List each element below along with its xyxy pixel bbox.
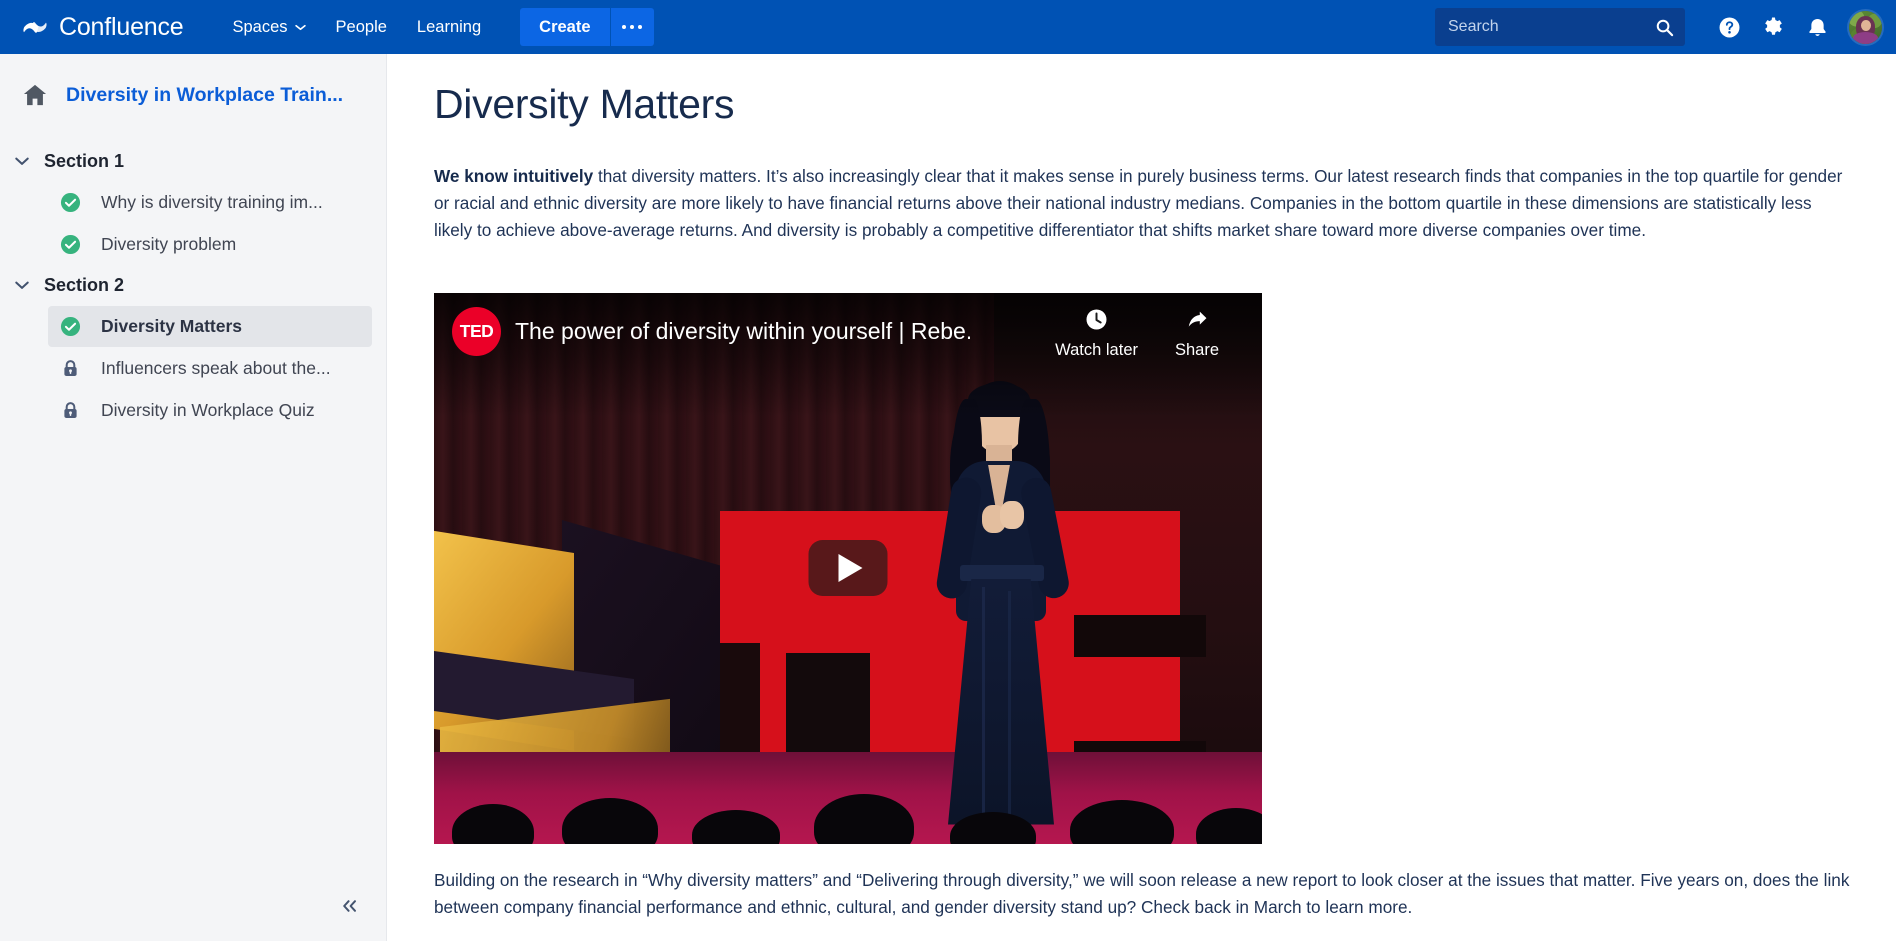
play-button-icon[interactable]: [808, 540, 888, 597]
sidebar-item-label: Why is diversity training im...: [101, 192, 323, 212]
page-tree: Section 1 Why is diversity training im..…: [0, 142, 386, 431]
settings-button[interactable]: [1751, 5, 1795, 49]
watch-later-label: Watch later: [1055, 340, 1138, 359]
create-more-button[interactable]: [609, 8, 654, 46]
avatar-body: [1853, 31, 1878, 44]
more-dots-icon: [622, 25, 643, 29]
nav-item-learning[interactable]: Learning: [402, 11, 496, 44]
sidebar-item-diversity-problem[interactable]: Diversity problem: [48, 224, 372, 265]
share-button[interactable]: Share: [1158, 307, 1236, 360]
ted-logo-text: TED: [459, 320, 494, 341]
sidebar-item-label: Diversity in Workplace Quiz: [101, 400, 315, 420]
main-content: Diversity Matters We know intuitively th…: [388, 54, 1896, 941]
ted-letter-e-gap-top: [1074, 614, 1206, 657]
create-button[interactable]: Create: [520, 8, 610, 46]
sidebar-item-label: Diversity Matters: [101, 316, 243, 336]
help-button[interactable]: [1707, 5, 1751, 49]
share-label: Share: [1174, 340, 1220, 359]
check-circle-icon: [60, 316, 81, 337]
video-title[interactable]: The power of diversity within yourself |…: [515, 318, 970, 345]
sidebar-item-diversity-quiz[interactable]: Diversity in Workplace Quiz: [48, 390, 372, 431]
notifications-button[interactable]: [1795, 5, 1839, 49]
create-split-button: Create: [520, 8, 654, 46]
ted-channel-logo-icon[interactable]: TED: [452, 306, 501, 356]
confluence-logo-icon: [23, 22, 47, 33]
bell-icon: [1808, 18, 1826, 36]
video-actions: Watch later Share: [1055, 307, 1242, 360]
chevron-down-icon[interactable]: [0, 157, 44, 166]
intro-paragraph-lead: We know intuitively: [434, 166, 594, 186]
home-icon: [23, 84, 47, 106]
help-circle-icon: [1719, 17, 1739, 37]
space-header[interactable]: Diversity in Workplace Train...: [0, 54, 386, 108]
top-navbar: Confluence Spaces People Learning Create: [0, 0, 1896, 54]
search-input[interactable]: [1435, 8, 1685, 46]
intro-paragraph-rest: that diversity matters. It’s also increa…: [434, 166, 1843, 241]
search-container: [1435, 8, 1685, 46]
sidebar: Diversity in Workplace Train... Section …: [0, 54, 387, 941]
lock-icon: [64, 360, 77, 376]
page-title: Diversity Matters: [434, 81, 735, 127]
sidebar-item-influencers-speak[interactable]: Influencers speak about the...: [48, 348, 372, 389]
chevron-down-icon: [294, 24, 306, 30]
space-title: Diversity in Workplace Train...: [66, 83, 344, 106]
clock-icon: [1086, 309, 1107, 330]
nav-item-spaces-label: Spaces: [232, 17, 288, 36]
nav-item-spaces[interactable]: Spaces: [217, 11, 320, 44]
closing-paragraph: Building on the research in “Why diversi…: [434, 869, 1850, 917]
navbar-right-actions: [1435, 5, 1896, 49]
watch-later-button[interactable]: Watch later: [1055, 307, 1138, 360]
section-header-2[interactable]: Section 2: [0, 266, 386, 305]
sidebar-item-label: Diversity problem: [101, 234, 237, 254]
audience-silhouettes: [434, 756, 1262, 844]
check-circle-icon: [60, 234, 81, 255]
sidebar-collapse-button[interactable]: [333, 889, 367, 923]
speaker-belt: [960, 564, 1044, 581]
search-icon[interactable]: [1655, 18, 1674, 37]
avatar-face: [1861, 19, 1871, 31]
lock-icon: [64, 402, 77, 418]
nav-item-learning-label: Learning: [416, 17, 482, 36]
confluence-brand-link[interactable]: Confluence: [22, 12, 184, 42]
sidebar-item-label: Influencers speak about the...: [101, 358, 331, 378]
check-circle-icon: [60, 192, 81, 213]
sidebar-item-diversity-matters[interactable]: Diversity Matters: [48, 306, 372, 347]
chevron-down-icon[interactable]: [0, 281, 44, 290]
avatar[interactable]: [1849, 10, 1882, 44]
nav-item-people-label: People: [335, 17, 387, 36]
sidebar-item-why-is-diversity-training[interactable]: Why is diversity training im...: [48, 182, 372, 223]
intro-paragraph: We know intuitively that diversity matte…: [434, 163, 1850, 245]
speaker-hand-right: [1000, 500, 1024, 529]
double-chevron-left-icon: [343, 900, 356, 912]
nav-item-people[interactable]: People: [321, 11, 402, 44]
share-arrow-icon: [1188, 311, 1206, 327]
section-label: Section 2: [44, 275, 125, 295]
play-triangle: [838, 554, 863, 583]
primary-nav: Spaces People Learning: [217, 11, 496, 44]
brand-name: Confluence: [59, 12, 184, 41]
section-label: Section 1: [44, 151, 125, 171]
gear-icon: [1764, 17, 1782, 35]
video-embed[interactable]: TED The power of diversity within yourse…: [434, 292, 1262, 844]
video-header-overlay: TED The power of diversity within yourse…: [434, 306, 1262, 360]
section-header-1[interactable]: Section 1: [0, 142, 386, 181]
